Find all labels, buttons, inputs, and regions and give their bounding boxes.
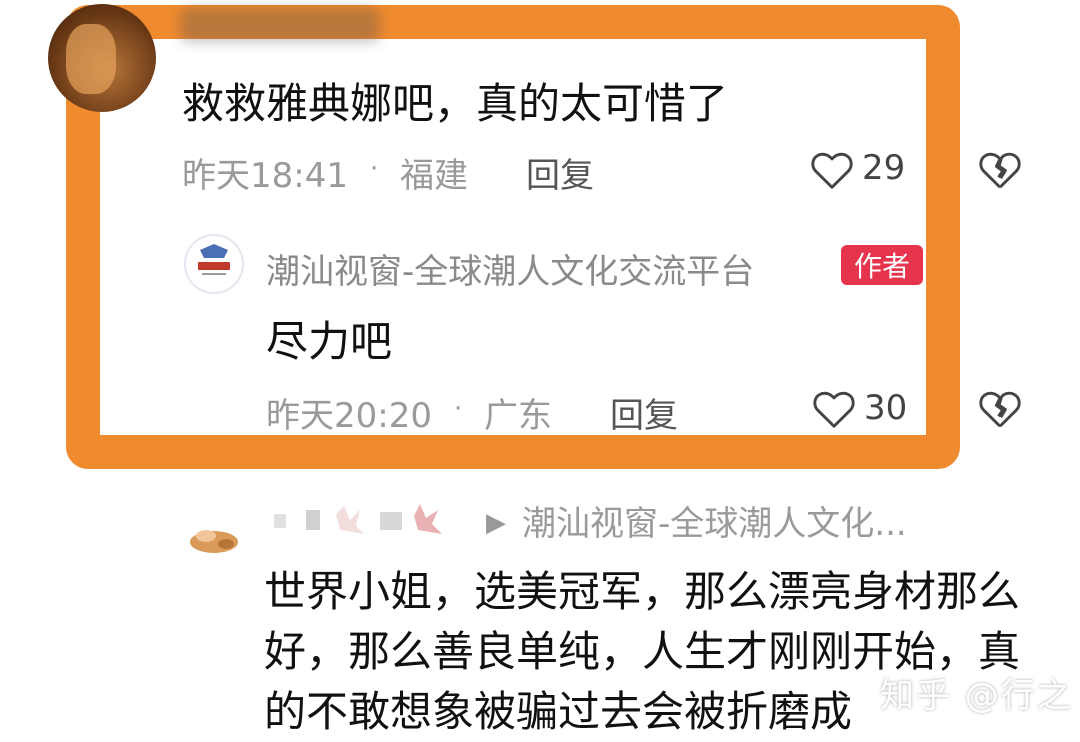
- author-avatar[interactable]: [184, 234, 244, 294]
- like-count: 29: [862, 148, 906, 188]
- author-username[interactable]: 潮汕视窗-全球潮人文化交流平台: [266, 244, 754, 293]
- author-badge: 作者: [841, 245, 923, 285]
- like-count: 30: [864, 388, 908, 428]
- reply-location: 广东: [484, 396, 552, 436]
- comment-time: 昨天18:41: [182, 156, 348, 196]
- watermark: 知乎 @行之: [880, 676, 1073, 716]
- reply-text: 尽力吧: [266, 317, 393, 366]
- avatar[interactable]: [186, 520, 242, 556]
- avatar-figure: [66, 24, 116, 94]
- comment-location: 福建: [400, 156, 468, 196]
- reply-button[interactable]: 回复: [610, 388, 678, 437]
- broken-heart-icon[interactable]: [978, 150, 1022, 190]
- reply-target-username[interactable]: 潮汕视窗-全球潮人文化...: [522, 496, 907, 545]
- reply-time: 昨天20:20: [266, 396, 432, 436]
- reply-button[interactable]: 回复: [526, 148, 594, 197]
- blurred-username: [180, 8, 380, 42]
- heart-outline-icon[interactable]: [812, 389, 856, 429]
- avatar[interactable]: [48, 4, 156, 112]
- heart-outline-icon[interactable]: [810, 150, 854, 190]
- meta-separator: ·: [370, 154, 379, 184]
- reply-arrow-icon: ▶: [486, 508, 506, 538]
- broken-heart-icon[interactable]: [978, 389, 1022, 429]
- comment-text: 救救雅典娜吧，真的太可惜了: [182, 79, 729, 128]
- blurred-username: [274, 504, 442, 534]
- author-logo-icon: [198, 244, 230, 275]
- meta-separator: ·: [454, 394, 463, 424]
